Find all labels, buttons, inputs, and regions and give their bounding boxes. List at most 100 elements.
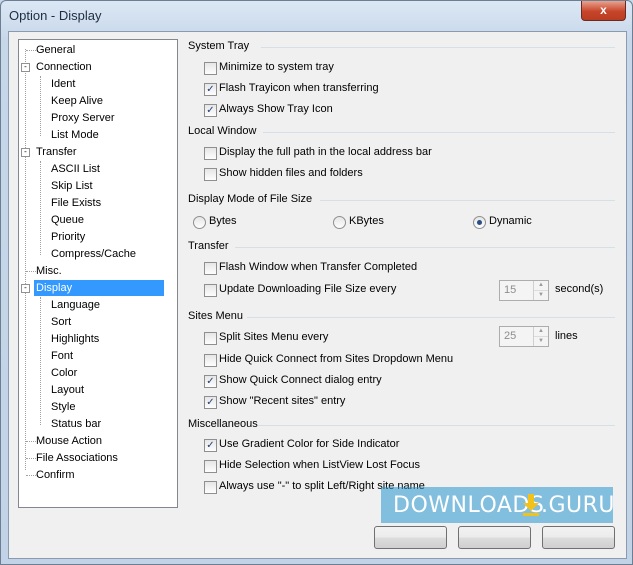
gradient-color-label[interactable]: Use Gradient Color for Side Indicator xyxy=(219,438,399,450)
tree-item-language[interactable]: Language xyxy=(49,297,102,313)
dynamic-radio[interactable] xyxy=(473,216,486,229)
tree-item-sort[interactable]: Sort xyxy=(49,314,73,330)
tree-item-ident[interactable]: Ident xyxy=(49,76,77,92)
kbytes-radio[interactable] xyxy=(333,216,346,229)
update-file-size-checkbox[interactable] xyxy=(204,284,217,297)
update-interval-spinner[interactable]: 15 ▲ ▼ xyxy=(499,280,549,301)
dynamic-radio-label[interactable]: Dynamic xyxy=(489,215,532,227)
cancel-button[interactable] xyxy=(458,526,531,549)
apply-button[interactable] xyxy=(542,526,615,549)
tree-item-transfer[interactable]: Transfer xyxy=(34,144,79,160)
tree-item-layout[interactable]: Layout xyxy=(49,382,86,398)
tree-item-highlights[interactable]: Highlights xyxy=(49,331,101,347)
spinner-arrows: ▲ ▼ xyxy=(533,281,548,300)
tree-item-connection[interactable]: Connection xyxy=(34,59,94,75)
hide-selection-label[interactable]: Hide Selection when ListView Lost Focus xyxy=(219,459,420,471)
show-recent-sites-label[interactable]: Show "Recent sites" entry xyxy=(219,395,345,407)
watermark: DOWNLOADS .GURU xyxy=(381,487,616,523)
always-show-tray-icon-label[interactable]: Always Show Tray Icon xyxy=(219,103,333,115)
expander-transfer[interactable]: - xyxy=(21,148,30,157)
tree-item-color[interactable]: Color xyxy=(49,365,79,381)
flash-trayicon-checkbox[interactable]: ✓ xyxy=(204,83,217,96)
tree-item-confirm[interactable]: Confirm xyxy=(34,467,77,483)
spinner-up-icon[interactable]: ▲ xyxy=(534,327,548,337)
show-recent-sites-checkbox[interactable]: ✓ xyxy=(204,396,217,409)
bytes-radio-label[interactable]: Bytes xyxy=(209,215,237,227)
gradient-color-checkbox[interactable]: ✓ xyxy=(204,439,217,452)
bytes-radio[interactable] xyxy=(193,216,206,229)
flash-window-label[interactable]: Flash Window when Transfer Completed xyxy=(219,261,417,273)
split-sites-menu-label[interactable]: Split Sites Menu every xyxy=(219,331,328,343)
tree-item-status-bar[interactable]: Status bar xyxy=(49,416,103,432)
tree-item-misc[interactable]: Misc. xyxy=(34,263,64,279)
options-window: Option - Display x - - - General Connect… xyxy=(0,0,633,565)
group-divider xyxy=(263,132,615,133)
tree-item-queue[interactable]: Queue xyxy=(49,212,86,228)
split-sites-value[interactable]: 25 xyxy=(504,330,516,342)
update-interval-unit: second(s) xyxy=(555,283,604,295)
split-sites-menu-checkbox[interactable] xyxy=(204,332,217,345)
ok-button[interactable] xyxy=(374,526,447,549)
spinner-down-icon[interactable]: ▼ xyxy=(534,291,548,300)
minimize-to-tray-label[interactable]: Minimize to system tray xyxy=(219,61,334,73)
group-divider xyxy=(320,200,615,201)
tree-item-keep-alive[interactable]: Keep Alive xyxy=(49,93,105,109)
flash-trayicon-label[interactable]: Flash Trayicon when transferring xyxy=(219,82,379,94)
group-local-window-title: Local Window xyxy=(188,125,257,137)
show-quick-connect-checkbox[interactable]: ✓ xyxy=(204,375,217,388)
minimize-to-tray-checkbox[interactable] xyxy=(204,62,217,75)
title-bar[interactable]: Option - Display x xyxy=(1,1,632,31)
group-divider xyxy=(258,425,615,426)
show-hidden-files-checkbox[interactable] xyxy=(204,168,217,181)
group-display-mode-title: Display Mode of File Size xyxy=(188,193,313,205)
tree-connector xyxy=(40,161,41,255)
tree-connector xyxy=(40,76,41,136)
group-transfer-title: Transfer xyxy=(188,240,229,252)
dialog-client-area: - - - General Connection Ident Keep Aliv… xyxy=(8,31,627,559)
tree-item-style[interactable]: Style xyxy=(49,399,77,415)
tree-item-file-associations[interactable]: File Associations xyxy=(34,450,120,466)
download-arrow-icon xyxy=(523,494,539,516)
expander-connection[interactable]: - xyxy=(21,63,30,72)
split-sites-spinner[interactable]: 25 ▲ ▼ xyxy=(499,326,549,347)
group-divider xyxy=(235,247,615,248)
tree-item-priority[interactable]: Priority xyxy=(49,229,87,245)
window-title: Option - Display xyxy=(9,8,102,23)
tree-item-list-mode[interactable]: List Mode xyxy=(49,127,101,143)
hide-quick-connect-label[interactable]: Hide Quick Connect from Sites Dropdown M… xyxy=(219,353,453,365)
tree-item-general[interactable]: General xyxy=(34,42,77,58)
tree-connector xyxy=(25,49,26,470)
always-show-tray-icon-checkbox[interactable]: ✓ xyxy=(204,104,217,117)
kbytes-radio-label[interactable]: KBytes xyxy=(349,215,384,227)
group-sites-menu-title: Sites Menu xyxy=(188,310,244,322)
show-quick-connect-label[interactable]: Show Quick Connect dialog entry xyxy=(219,374,382,386)
close-icon: x xyxy=(600,3,607,17)
spinner-down-icon[interactable]: ▼ xyxy=(534,337,548,346)
tree-item-mouse-action[interactable]: Mouse Action xyxy=(34,433,104,449)
watermark-text-right: .GURU xyxy=(541,493,616,518)
tree-item-file-exists[interactable]: File Exists xyxy=(49,195,103,211)
tree-item-ascii-list[interactable]: ASCII List xyxy=(49,161,102,177)
update-file-size-label[interactable]: Update Downloading File Size every xyxy=(219,283,396,295)
tree-item-compress-cache[interactable]: Compress/Cache xyxy=(49,246,138,262)
flash-window-checkbox[interactable] xyxy=(204,262,217,275)
expander-display[interactable]: - xyxy=(21,284,30,293)
group-divider xyxy=(261,47,615,48)
show-hidden-files-label[interactable]: Show hidden files and folders xyxy=(219,167,363,179)
full-path-checkbox[interactable] xyxy=(204,147,217,160)
update-interval-value[interactable]: 15 xyxy=(504,284,516,296)
tree-item-display[interactable]: Display xyxy=(34,280,164,296)
split-site-name-checkbox[interactable] xyxy=(204,481,217,494)
hide-quick-connect-checkbox[interactable] xyxy=(204,354,217,367)
tree-item-skip-list[interactable]: Skip List xyxy=(49,178,95,194)
tree-connector xyxy=(40,297,41,425)
group-divider xyxy=(247,317,615,318)
tree-item-font[interactable]: Font xyxy=(49,348,75,364)
close-button[interactable]: x xyxy=(581,1,626,21)
group-miscellaneous-title: Miscellaneous xyxy=(188,418,258,430)
spinner-up-icon[interactable]: ▲ xyxy=(534,281,548,291)
options-tree[interactable]: - - - General Connection Ident Keep Aliv… xyxy=(18,39,178,508)
full-path-label[interactable]: Display the full path in the local addre… xyxy=(219,146,432,158)
hide-selection-checkbox[interactable] xyxy=(204,460,217,473)
tree-item-proxy-server[interactable]: Proxy Server xyxy=(49,110,117,126)
